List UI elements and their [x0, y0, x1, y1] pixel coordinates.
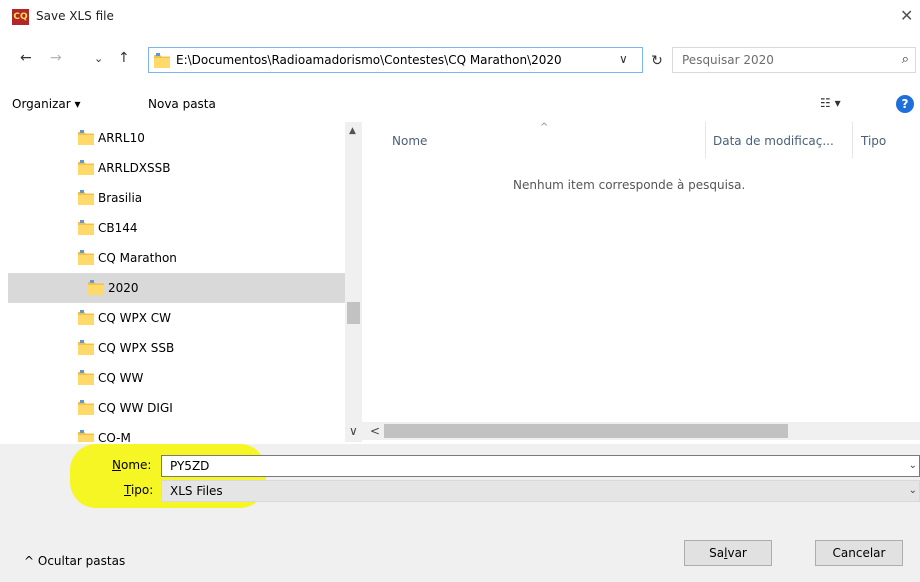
- tree-item[interactable]: ARRL10: [8, 123, 345, 153]
- column-divider[interactable]: [852, 122, 853, 158]
- folder-icon: [78, 160, 94, 175]
- tree-item-label: CB144: [98, 221, 138, 235]
- file-type-value: XLS Files: [170, 484, 223, 498]
- tree-item-label: ARRL10: [98, 131, 145, 145]
- folder-icon: [78, 340, 94, 355]
- app-icon: CQ: [12, 9, 29, 25]
- file-name-value: PY5ZD: [170, 459, 210, 473]
- file-name-dropdown-chevron-icon[interactable]: ⌄: [909, 460, 917, 471]
- hide-folders-toggle[interactable]: ^ Ocultar pastas: [24, 554, 125, 568]
- tree-item-label: CQ WW: [98, 371, 144, 385]
- tree-item-label: CQ WPX CW: [98, 311, 172, 325]
- empty-results-message: Nenhum item corresponde à pesquisa.: [513, 178, 746, 192]
- scroll-down-icon[interactable]: ∨: [349, 424, 358, 438]
- tree-item-label: Brasilia: [98, 191, 143, 205]
- help-icon[interactable]: ?: [896, 95, 914, 113]
- scrollbar-thumb[interactable]: [384, 424, 788, 438]
- sort-ascending-icon: ^: [540, 122, 549, 133]
- scroll-up-icon[interactable]: ▲: [349, 126, 356, 136]
- tree-item-label: CQ-M: [98, 431, 131, 442]
- folder-icon: [78, 250, 94, 265]
- tree-item[interactable]: CQ WPX CW: [8, 303, 345, 333]
- cancel-button[interactable]: Cancelar: [815, 540, 903, 566]
- file-name-input[interactable]: PY5ZD ⌄: [161, 455, 920, 477]
- file-type-select[interactable]: XLS Files ⌄: [161, 480, 920, 502]
- title-bar: CQ Save XLS file ✕: [0, 0, 920, 34]
- tree-item[interactable]: CQ WPX SSB: [8, 333, 345, 363]
- column-header-name[interactable]: Nome: [392, 134, 427, 148]
- address-dropdown-chevron-icon[interactable]: ∨: [619, 52, 628, 66]
- tree-item[interactable]: CQ-M: [8, 423, 345, 442]
- folder-tree: ARRL10 ARRLDXSSB Brasilia CB144 CQ Marathon 2…: [8, 122, 345, 442]
- file-name-label: Nome:: [112, 458, 152, 472]
- column-divider[interactable]: [705, 122, 706, 158]
- tree-item[interactable]: CQ Marathon: [8, 243, 345, 273]
- tree-item[interactable]: CQ WW DIGI: [8, 393, 345, 423]
- tree-item-label: CQ Marathon: [98, 251, 177, 265]
- forward-arrow-icon[interactable]: →: [50, 50, 62, 66]
- column-header-date-modified[interactable]: Data de modificaç...: [713, 134, 834, 148]
- search-icon[interactable]: ⌕: [902, 52, 909, 67]
- file-list: ^ Nome Data de modificaç... Tipo Nenhum …: [368, 122, 920, 422]
- up-arrow-icon[interactable]: ↑: [118, 50, 130, 66]
- folder-icon: [78, 220, 94, 235]
- folder-icon: [88, 280, 104, 295]
- save-button[interactable]: Salvar: [684, 540, 772, 566]
- folder-icon: [78, 310, 94, 325]
- search-box[interactable]: Pesquisar 2020 ⌕: [672, 47, 916, 73]
- close-icon[interactable]: ✕: [900, 6, 913, 25]
- tree-item[interactable]: 2020: [8, 273, 345, 303]
- tree-item[interactable]: ARRLDXSSB: [8, 153, 345, 183]
- tree-item[interactable]: CB144: [8, 213, 345, 243]
- column-header-type[interactable]: Tipo: [861, 134, 886, 148]
- command-toolbar: Organizar ▾ Nova pasta ☷ ▾ ?: [0, 88, 920, 120]
- file-list-horizontal-scrollbar[interactable]: <: [362, 422, 920, 440]
- folder-icon: [78, 190, 94, 205]
- folder-icon: [78, 400, 94, 415]
- scrollbar-thumb[interactable]: [347, 302, 360, 324]
- recent-locations-chevron-icon[interactable]: ⌄: [94, 52, 103, 65]
- tree-item[interactable]: Brasilia: [8, 183, 345, 213]
- folder-icon: [78, 370, 94, 385]
- back-arrow-icon[interactable]: ←: [20, 50, 32, 66]
- new-folder-button[interactable]: Nova pasta: [148, 97, 216, 111]
- search-placeholder: Pesquisar 2020: [682, 53, 774, 67]
- folder-icon: [78, 430, 94, 442]
- address-bar[interactable]: E:\Documentos\Radioamadorismo\Contestes\…: [148, 47, 643, 73]
- tree-item[interactable]: CQ WW: [8, 363, 345, 393]
- tree-item-label: CQ WPX SSB: [98, 341, 175, 355]
- file-type-dropdown-chevron-icon[interactable]: ⌄: [909, 485, 917, 496]
- folder-icon: [78, 130, 94, 145]
- scroll-left-icon[interactable]: <: [370, 424, 380, 438]
- window-title: Save XLS file: [36, 9, 114, 23]
- file-type-label: Tipo:: [124, 483, 154, 497]
- tree-vertical-scrollbar[interactable]: ▲: [345, 122, 362, 442]
- address-path: E:\Documentos\Radioamadorismo\Contestes\…: [176, 53, 562, 67]
- organize-menu-button[interactable]: Organizar ▾: [12, 97, 81, 111]
- view-options-icon[interactable]: ☷ ▾: [820, 96, 841, 110]
- tree-item-label: ARRLDXSSB: [98, 161, 171, 175]
- refresh-icon[interactable]: ↻: [645, 48, 669, 74]
- navigation-bar: ← → ⌄ ↑ E:\Documentos\Radioamadorismo\Co…: [0, 44, 920, 78]
- tree-item-label: CQ WW DIGI: [98, 401, 173, 415]
- folder-icon: [154, 53, 170, 68]
- save-options-panel: Nome: PY5ZD ⌄ Tipo: XLS Files ⌄ ^ Oculta…: [0, 444, 920, 582]
- tree-item-label: 2020: [108, 281, 139, 295]
